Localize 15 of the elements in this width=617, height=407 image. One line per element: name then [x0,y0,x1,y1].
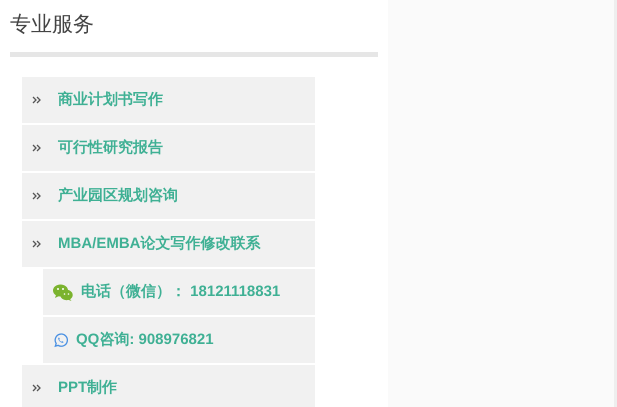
double-chevron-icon [32,384,41,392]
double-chevron-icon [32,144,41,152]
contact-item[interactable]: 电话（微信）： 18121118831 [43,269,315,315]
phone-bubble-icon [53,332,68,348]
chat-bubbles-icon [53,284,73,300]
section-title: 专业服务 [9,12,95,38]
double-chevron-icon [32,240,41,248]
menu-item[interactable]: MBA/EMBA论文写作修改联系 [22,221,315,267]
contact-item[interactable]: QQ咨询: 908976821 [43,317,315,363]
menu-item[interactable]: 商业计划书写作 [22,77,315,123]
double-chevron-icon [32,192,41,200]
double-chevron-icon [32,96,41,104]
menu-item[interactable]: 产业园区规划咨询 [22,173,315,219]
menu-item[interactable]: PPT制作 [22,365,315,407]
menu-item[interactable]: 可行性研究报告 [22,125,315,171]
